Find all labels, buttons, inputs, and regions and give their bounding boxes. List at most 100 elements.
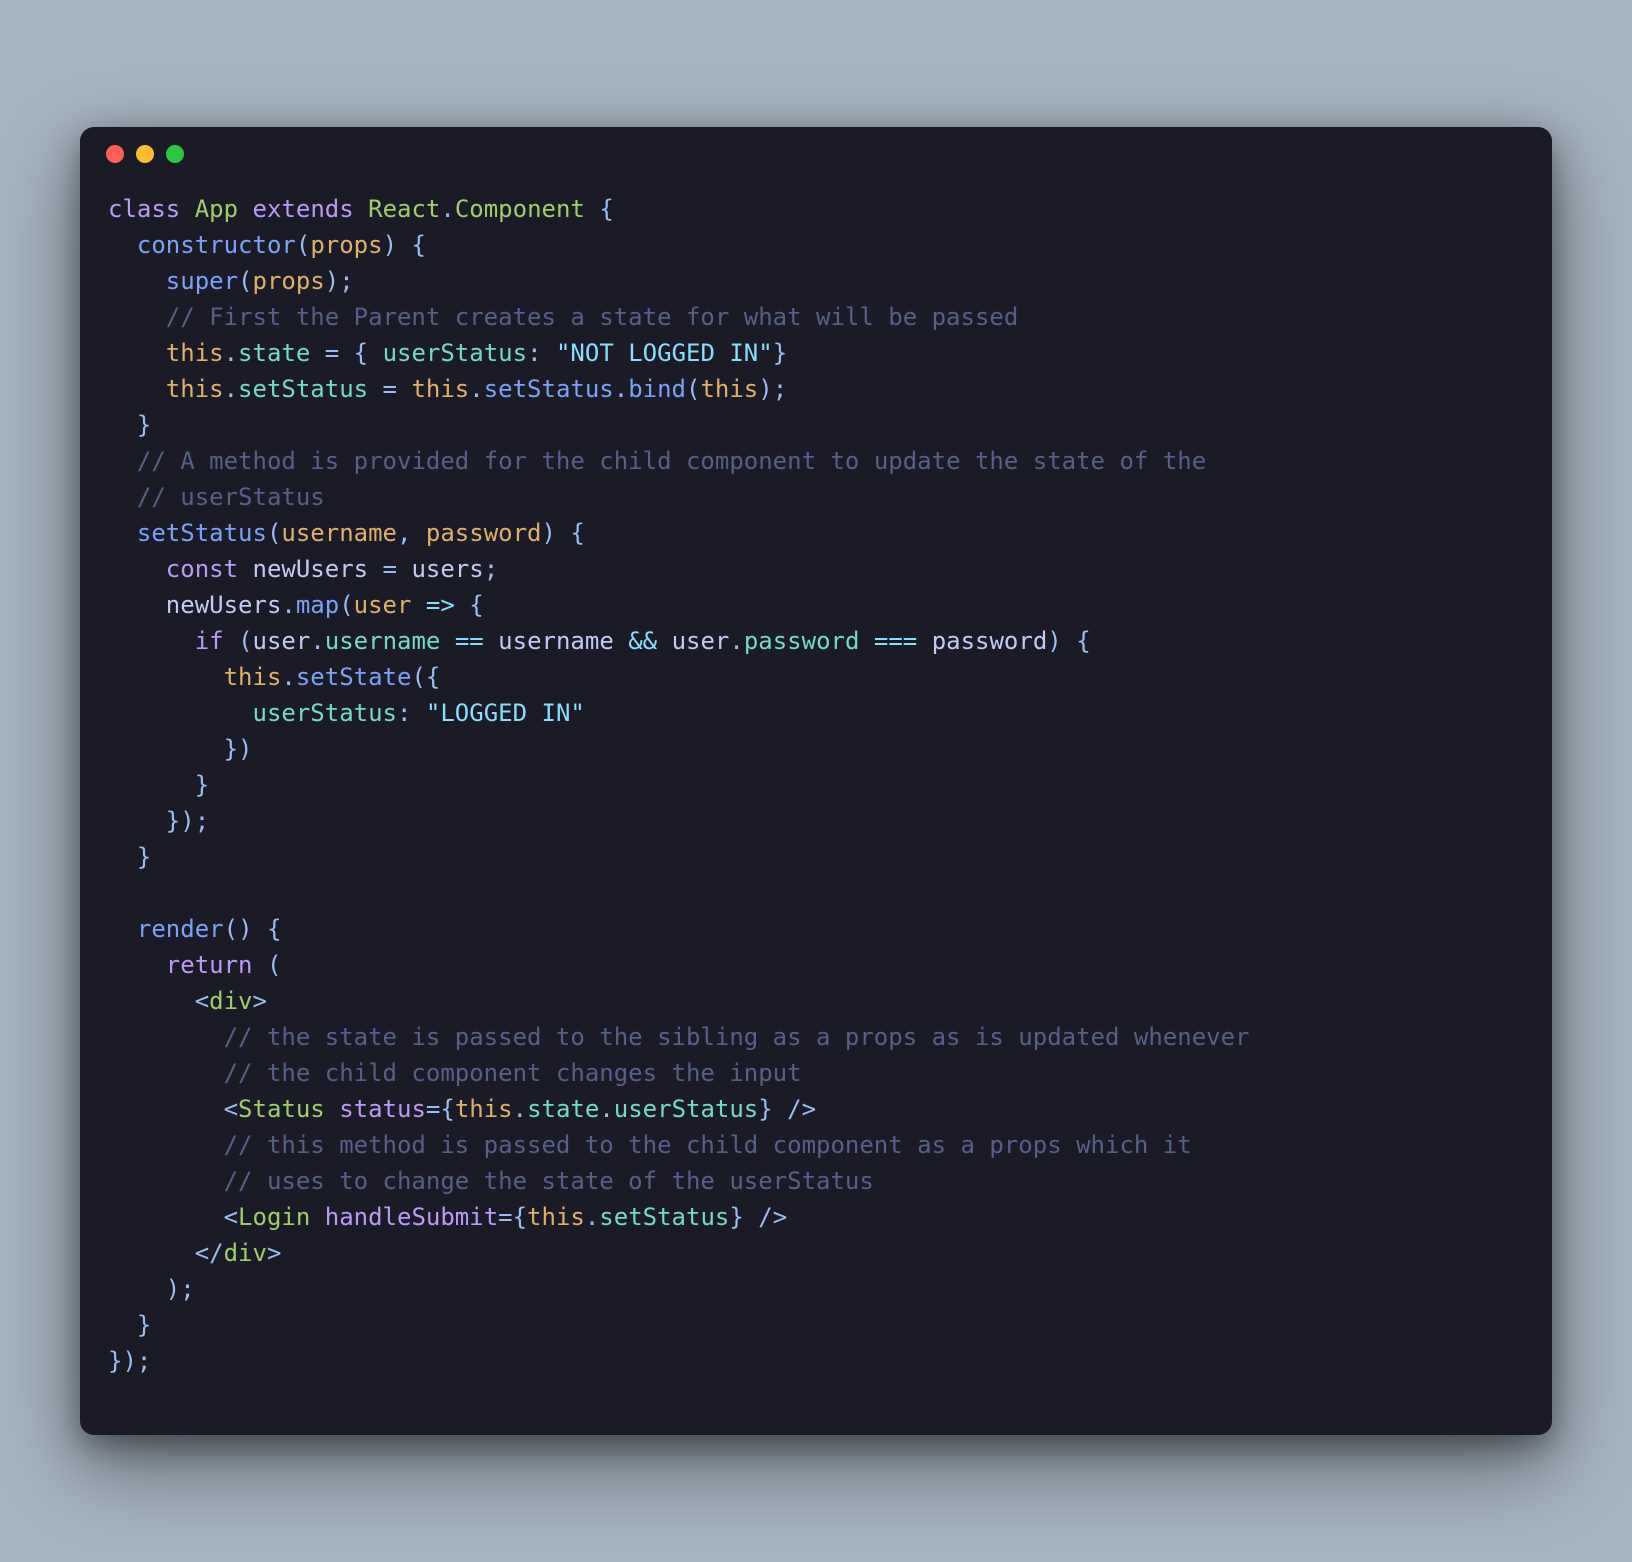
code-token: div xyxy=(224,1239,267,1267)
code-token: ( xyxy=(267,951,281,979)
code-token xyxy=(744,1203,758,1231)
code-token: password xyxy=(744,627,860,655)
code-token xyxy=(108,1239,195,1267)
code-line: // A method is provided for the child co… xyxy=(108,447,1206,475)
code-token: /> xyxy=(758,1203,787,1231)
code-line: // the child component changes the input xyxy=(108,1059,802,1087)
code-token: state xyxy=(238,339,310,367)
code-token xyxy=(614,627,628,655)
code-token: . xyxy=(310,627,324,655)
code-token: "NOT LOGGED IN" xyxy=(556,339,773,367)
code-line: // this method is passed to the child co… xyxy=(108,1131,1192,1159)
code-token: . xyxy=(440,195,454,223)
code-token: { xyxy=(411,231,425,259)
code-token: < xyxy=(195,987,209,1015)
code-token: password xyxy=(932,627,1048,655)
code-token xyxy=(108,735,224,763)
code-token xyxy=(585,195,599,223)
code-token xyxy=(108,771,195,799)
code-token: . xyxy=(469,375,483,403)
code-token: . xyxy=(599,1095,613,1123)
code-token xyxy=(397,375,411,403)
code-token: </ xyxy=(195,1239,224,1267)
code-token: setStatus xyxy=(484,375,614,403)
code-token xyxy=(368,375,382,403)
code-line: render() { xyxy=(108,915,281,943)
code-token: { xyxy=(426,663,440,691)
code-token xyxy=(397,555,411,583)
code-token: this xyxy=(411,375,469,403)
code-token xyxy=(411,591,425,619)
code-token: this xyxy=(700,375,758,403)
code-token: . xyxy=(513,1095,527,1123)
code-token xyxy=(108,951,166,979)
code-token: ) xyxy=(238,915,252,943)
code-token: extends xyxy=(253,195,354,223)
code-token: ( xyxy=(296,231,310,259)
code-line: } xyxy=(108,843,151,871)
close-icon[interactable] xyxy=(106,145,124,163)
code-token xyxy=(1062,627,1076,655)
code-token: handleSubmit xyxy=(325,1203,498,1231)
code-token: } xyxy=(137,843,151,871)
code-token: = xyxy=(426,1095,440,1123)
code-token: == xyxy=(455,627,484,655)
code-token: === xyxy=(874,627,917,655)
code-token: > xyxy=(253,987,267,1015)
code-token xyxy=(325,1095,339,1123)
code-editor[interactable]: class App extends React.Component { cons… xyxy=(80,181,1552,1399)
code-token xyxy=(108,1131,224,1159)
code-token: userStatus xyxy=(383,339,528,367)
code-token: // userStatus xyxy=(137,483,325,511)
code-token: if xyxy=(195,627,224,655)
code-token: ; xyxy=(339,267,353,295)
code-token xyxy=(108,267,166,295)
code-token xyxy=(224,627,238,655)
code-token: username xyxy=(325,627,441,655)
code-token xyxy=(108,483,137,511)
code-token: . xyxy=(224,375,238,403)
code-token xyxy=(440,627,454,655)
code-token xyxy=(339,339,353,367)
code-token: > xyxy=(267,1239,281,1267)
code-token: Status xyxy=(238,1095,325,1123)
code-token xyxy=(773,1095,787,1123)
code-token: { xyxy=(599,195,613,223)
code-token: userStatus xyxy=(614,1095,759,1123)
code-token: ) xyxy=(238,735,252,763)
code-token xyxy=(310,339,324,367)
code-token: Component xyxy=(455,195,585,223)
code-token: users xyxy=(411,555,483,583)
code-token xyxy=(108,1095,224,1123)
code-line: <Status status={this.state.userStatus} /… xyxy=(108,1095,816,1123)
code-token: username xyxy=(498,627,614,655)
code-token xyxy=(657,627,671,655)
code-token: } xyxy=(758,1095,772,1123)
code-token xyxy=(455,591,469,619)
code-token: ) xyxy=(383,231,397,259)
code-token: ) xyxy=(758,375,772,403)
code-token: // the child component changes the input xyxy=(224,1059,802,1087)
code-line: }); xyxy=(108,807,209,835)
code-token xyxy=(108,699,253,727)
code-window: class App extends React.Component { cons… xyxy=(80,127,1552,1435)
code-token: ( xyxy=(339,591,353,619)
code-line: } xyxy=(108,1311,151,1339)
code-token: ( xyxy=(238,267,252,295)
code-token xyxy=(108,627,195,655)
zoom-icon[interactable] xyxy=(166,145,184,163)
code-token: this xyxy=(166,375,224,403)
minimize-icon[interactable] xyxy=(136,145,154,163)
code-line: constructor(props) { xyxy=(108,231,426,259)
code-token: ) xyxy=(180,807,194,835)
code-token: newUsers xyxy=(166,591,282,619)
code-token xyxy=(238,195,252,223)
code-token xyxy=(917,627,931,655)
code-token xyxy=(368,339,382,367)
code-token: user xyxy=(672,627,730,655)
code-token xyxy=(108,1059,224,1087)
code-token: ) xyxy=(542,519,556,547)
code-line: // uses to change the state of the userS… xyxy=(108,1167,874,1195)
code-token: { xyxy=(513,1203,527,1231)
code-token xyxy=(354,195,368,223)
